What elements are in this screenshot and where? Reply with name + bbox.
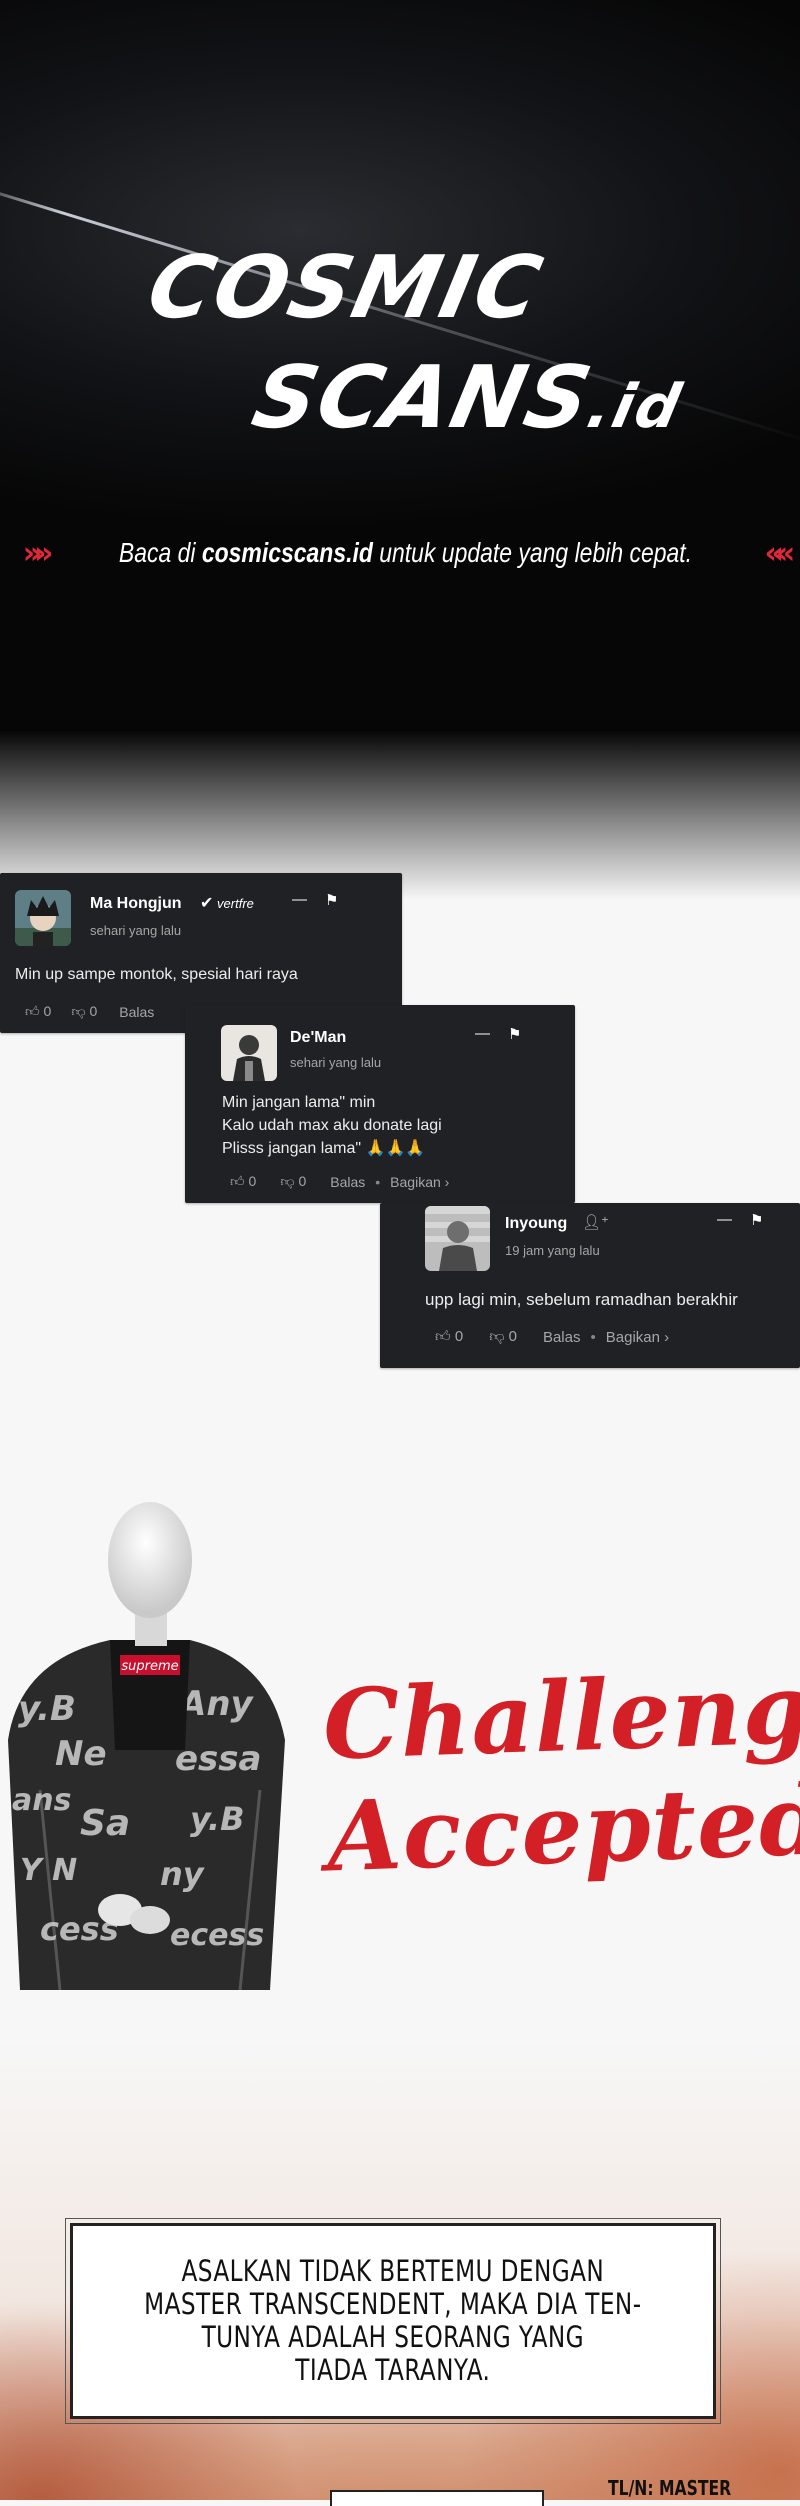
logo-suffix: .id	[581, 372, 689, 442]
comment-text: Min jangan lama" min Kalo udah max aku d…	[222, 1094, 442, 1157]
add-user-icon[interactable]: 👤︎⁺	[582, 1213, 609, 1231]
translator-credit: TL/N: MASTER	[608, 2476, 732, 2500]
thumbs-up-icon: 👍︎	[25, 1003, 40, 1019]
challenge-line-2: Accepted!	[325, 1761, 800, 1894]
faceless-person-illustration: y.B Any Ne essa ans Sa y.B Y N ny cess e…	[8, 1502, 285, 1990]
reply-button[interactable]: Balas	[543, 1329, 581, 1346]
avatar-image	[425, 1206, 490, 1271]
comment-username[interactable]: Inyoung	[505, 1215, 567, 1233]
flag-icon[interactable]: ⚑	[508, 1025, 521, 1043]
scanlator-banner	[0, 0, 800, 900]
challenge-accepted-text: Challenge Accepted!	[321, 1649, 800, 1894]
dislike-count: 0	[508, 1328, 517, 1345]
separator-dot: •	[590, 1328, 596, 1346]
like-button[interactable]: 👍︎ 0	[25, 1003, 51, 1020]
avatar[interactable]	[15, 890, 71, 946]
svg-text:ny: ny	[160, 1855, 205, 1893]
supreme-box-logo: supreme	[121, 1659, 178, 1674]
comment-time: 19 jam yang lalu	[505, 1243, 600, 1258]
check-icon: ✔	[200, 895, 214, 912]
challenge-line-1: Challenge	[321, 1649, 800, 1782]
comment-actions: 👍︎ 0 👎︎ 0 Balas • Bagikan ›	[435, 1328, 669, 1346]
tagline: Baca di cosmicscans.id untuk update yang…	[118, 537, 691, 569]
svg-text:Y N: Y N	[20, 1853, 77, 1888]
dislike-button[interactable]: 👎︎ 0	[71, 1003, 97, 1020]
comment-time: sehari yang lalu	[290, 1055, 382, 1070]
svg-text:y.B: y.B	[18, 1689, 76, 1729]
narration-text: ASALKAN TIDAK BERTEMU DENGAN MASTER TRAN…	[144, 2254, 642, 2387]
avatar-image	[221, 1025, 277, 1081]
tagline-site[interactable]: cosmicscans.id	[201, 537, 372, 568]
avatar-image	[15, 890, 71, 946]
collapse-icon[interactable]: —	[475, 1025, 490, 1043]
reply-button[interactable]: Balas	[119, 1004, 154, 1020]
next-panel-edge	[330, 2490, 544, 2506]
reply-button[interactable]: Balas	[330, 1174, 365, 1190]
svg-text:ans: ans	[12, 1783, 71, 1818]
separator-dot: •	[375, 1173, 381, 1190]
logo-line-1: COSMIC	[139, 238, 552, 338]
chevrons-left-icon: ««	[764, 535, 795, 571]
comment-text: Min up sampe montok, spesial hari raya	[15, 966, 298, 983]
badge-text: vertfre	[217, 896, 254, 911]
tagline-row: »» Baca di cosmicscans.id untuk update y…	[23, 533, 795, 573]
like-count: 0	[43, 1003, 52, 1019]
like-button[interactable]: 👍︎ 0	[435, 1328, 463, 1346]
comment-actions: 👍︎ 0 👎︎ 0 Balas	[25, 1003, 154, 1020]
dislike-count: 0	[89, 1003, 98, 1019]
avatar[interactable]	[425, 1206, 490, 1271]
narration-box: ASALKAN TIDAK BERTEMU DENGAN MASTER TRAN…	[65, 2218, 721, 2424]
tagline-post: untuk update yang lebih cepat.	[372, 537, 692, 568]
comment-card: De'Man — ⚑ sehari yang lalu Min jangan l…	[185, 1005, 575, 1203]
share-button[interactable]: Bagikan ›	[606, 1329, 669, 1346]
thumbs-up-icon: 👍︎	[435, 1328, 451, 1345]
tagline-pre: Baca di	[118, 537, 202, 568]
comment-card: Inyoung 👤︎⁺ — ⚑ 19 jam yang lalu upp lag…	[380, 1203, 800, 1368]
svg-text:y.B: y.B	[190, 1800, 244, 1838]
flag-icon[interactable]: ⚑	[750, 1211, 763, 1229]
thumbs-down-icon: 👎︎	[71, 1003, 86, 1019]
comment-menu: — ⚑	[292, 891, 338, 909]
comment-menu: — ⚑	[475, 1025, 521, 1043]
verified-badge: ✔ vertfre	[200, 893, 254, 913]
thumbs-down-icon: 👎︎	[280, 1173, 295, 1189]
collapse-icon[interactable]: —	[717, 1211, 732, 1229]
svg-text:Ne: Ne	[55, 1734, 107, 1774]
dislike-button[interactable]: 👎︎ 0	[489, 1328, 517, 1346]
like-count: 0	[248, 1173, 257, 1189]
comment-text: upp lagi min, sebelum ramadhan berakhir	[425, 1290, 738, 1309]
svg-text:ecess: ecess	[170, 1918, 264, 1953]
chevrons-right-icon: »»	[22, 535, 54, 571]
like-count: 0	[454, 1328, 464, 1345]
thumbs-up-icon: 👍︎	[230, 1173, 245, 1189]
logo-line-2: SCANS.id	[244, 348, 692, 448]
dislike-button[interactable]: 👎︎ 0	[280, 1173, 306, 1190]
comment-time: sehari yang lalu	[90, 923, 182, 938]
svg-text:essa: essa	[175, 1739, 261, 1779]
collapse-icon[interactable]: —	[292, 891, 307, 909]
thumbs-down-icon: 👎︎	[489, 1328, 505, 1345]
like-button[interactable]: 👍︎ 0	[230, 1173, 256, 1190]
comment-menu: — ⚑	[717, 1211, 763, 1229]
comment-actions: 👍︎ 0 👎︎ 0 Balas • Bagikan ›	[230, 1173, 449, 1190]
svg-text:Any: Any	[177, 1684, 255, 1724]
comment-username[interactable]: De'Man	[290, 1029, 346, 1047]
svg-text:Sa: Sa	[80, 1803, 130, 1844]
dislike-count: 0	[298, 1173, 307, 1189]
share-button[interactable]: Bagikan ›	[390, 1174, 449, 1190]
flag-icon[interactable]: ⚑	[325, 891, 338, 909]
avatar[interactable]	[221, 1025, 277, 1081]
logo-line-2-text: SCANS	[244, 348, 602, 448]
comment-username[interactable]: Ma Hongjun	[90, 895, 182, 913]
